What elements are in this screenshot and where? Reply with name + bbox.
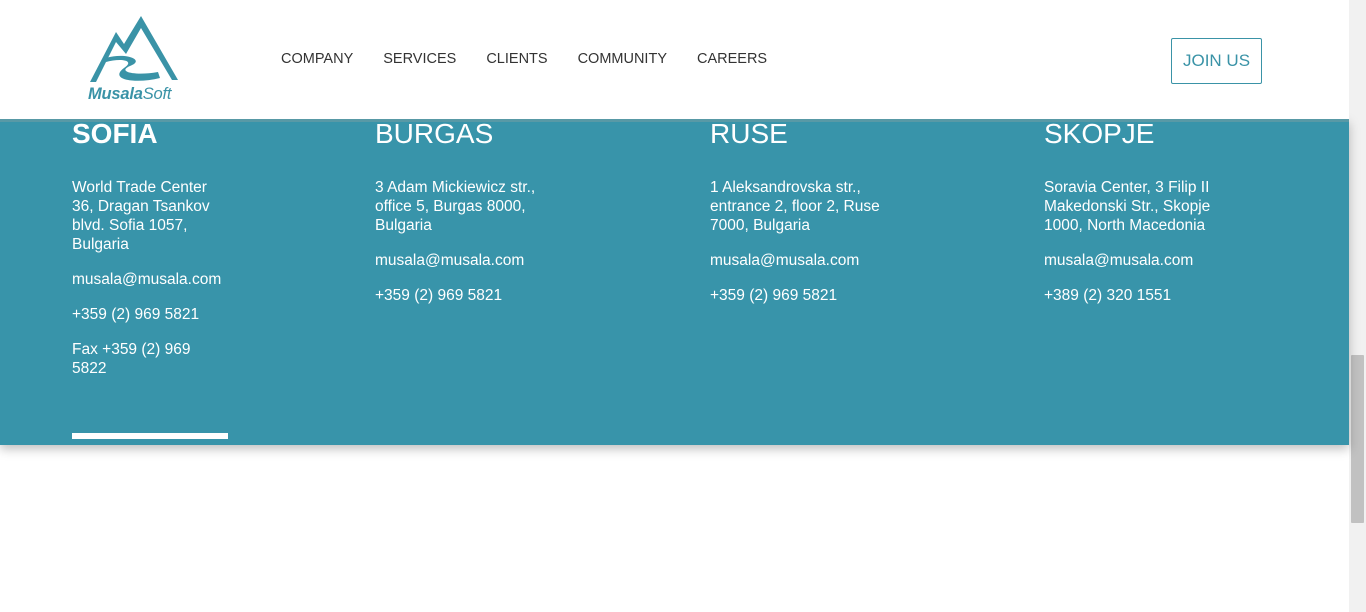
nav-company[interactable]: COMPANY: [281, 51, 353, 67]
office-phone[interactable]: +359 (2) 969 5821: [72, 305, 262, 324]
mountain-logo-icon: [90, 16, 178, 82]
office-name[interactable]: SOFIA: [72, 119, 158, 149]
selected-office-indicator: [72, 433, 228, 439]
office-address: 1 Aleksandrovska str., entrance 2, floor…: [710, 179, 880, 234]
nav-services[interactable]: SERVICES: [383, 51, 456, 67]
scrollbar-thumb[interactable]: [1351, 355, 1364, 523]
office-address: World Trade Center 36, Dragan Tsankov bl…: [72, 179, 210, 253]
office-fax: Fax +359 (2) 969 5822: [72, 341, 191, 377]
header-divider: [0, 119, 1349, 122]
office-email[interactable]: musala@musala.com: [72, 270, 272, 289]
office-name[interactable]: RUSE: [710, 119, 788, 149]
office-name[interactable]: SKOPJE: [1044, 119, 1154, 149]
office-email[interactable]: musala@musala.com: [1044, 251, 1244, 270]
nav-clients[interactable]: CLIENTS: [486, 51, 547, 67]
office-phone[interactable]: +359 (2) 969 5821: [710, 286, 900, 305]
site-header: MusalaSoft COMPANY SERVICES CLIENTS COMM…: [0, 0, 1349, 119]
join-us-button[interactable]: JOIN US: [1171, 38, 1262, 84]
logo-wordmark: MusalaSoft: [88, 85, 172, 103]
office-email[interactable]: musala@musala.com: [375, 251, 575, 270]
office-address: Soravia Center, 3 Filip II Makedonski St…: [1044, 179, 1211, 234]
office-email[interactable]: musala@musala.com: [710, 251, 910, 270]
office-name[interactable]: BURGAS: [375, 119, 493, 149]
main-nav: COMPANY SERVICES CLIENTS COMMUNITY CAREE…: [281, 51, 797, 67]
nav-community[interactable]: COMMUNITY: [578, 51, 667, 67]
musalasoft-logo[interactable]: MusalaSoft: [86, 14, 182, 106]
office-phone[interactable]: +359 (2) 969 5821: [375, 286, 565, 305]
office-address: 3 Adam Mickiewicz str., office 5, Burgas…: [375, 179, 536, 234]
nav-careers[interactable]: CAREERS: [697, 51, 767, 67]
office-phone[interactable]: +389 (2) 320 1551: [1044, 286, 1234, 305]
offices-panel: SOFIA World Trade Center 36, Dragan Tsan…: [0, 119, 1349, 445]
